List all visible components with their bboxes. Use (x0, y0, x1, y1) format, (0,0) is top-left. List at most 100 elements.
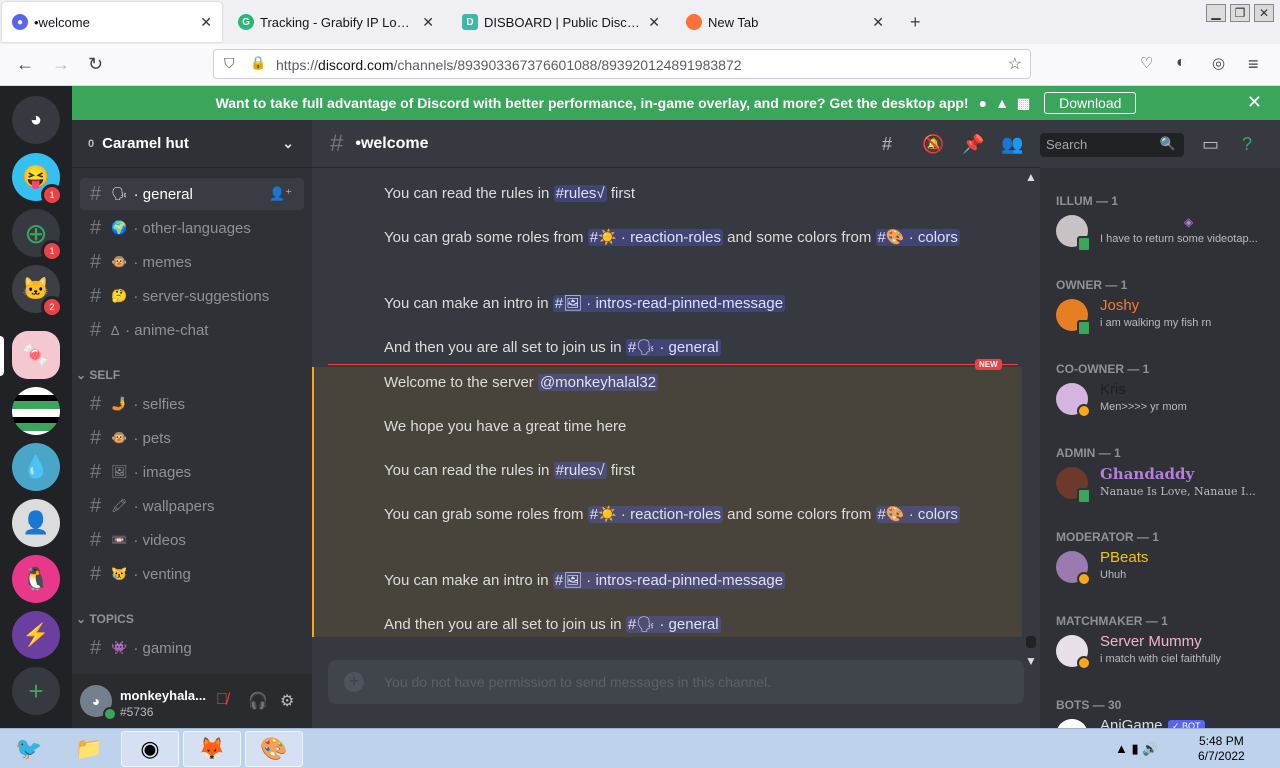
file-explorer-icon[interactable]: 📁 (60, 731, 118, 767)
channel-mention[interactable]: #☀️ · reaction-roles (587, 506, 723, 523)
invite-icon[interactable]: 👤⁺ (269, 186, 292, 202)
channel-videos[interactable]: # 📼 · videos (80, 524, 304, 556)
discord-home-icon[interactable]: ◕ (12, 96, 60, 144)
pocket-icon[interactable]: ♡ (1140, 54, 1153, 72)
channel-pets[interactable]: # 🐵 · pets (80, 422, 304, 454)
browser-tab-grabify[interactable]: G Tracking - Grabify IP Logger ✕ (228, 2, 444, 42)
server-icon[interactable]: 💧 (12, 443, 60, 491)
browser-tab-disboard[interactable]: D DISBOARD | Public Discord S ✕ (452, 2, 670, 42)
mute-microphone-icon[interactable]: 🎙̸ (216, 691, 228, 709)
channel-mention[interactable]: #🎨 · colors (875, 229, 960, 246)
channel-anime-chat[interactable]: # ∆ · anime-chat (80, 314, 304, 346)
message: You can read the rules in #rules√ first (384, 462, 636, 479)
paint-icon[interactable]: 🎨 (245, 731, 303, 767)
member-activity: i am walking my fish rn (1100, 317, 1212, 329)
server-icon[interactable]: 👤 (12, 499, 60, 547)
extension-icon[interactable]: ◎ (1212, 54, 1225, 72)
url-bar[interactable]: ⛉ 🔒 https://discord.com/channels/8939033… (213, 49, 1031, 79)
scrollbar[interactable]: ▲ ▼ (1024, 170, 1038, 668)
headphones-icon[interactable]: 🎧 (248, 691, 268, 711)
member-item[interactable]: PBeats Uhuh (1056, 546, 1271, 588)
channel-mention[interactable]: #rules√ (553, 462, 607, 479)
member-item[interactable]: Joshy i am walking my fish rn (1056, 294, 1271, 336)
channel-mention[interactable]: #rules√ (553, 185, 607, 202)
channel-wallpapers[interactable]: # 🖍 · wallpapers (80, 490, 304, 522)
forward-icon[interactable]: → (52, 54, 70, 75)
channel-mention[interactable]: #🎨 · colors (875, 506, 960, 523)
add-attachment-icon[interactable]: + (344, 672, 364, 692)
message-composer[interactable]: + You do not have permission to send mes… (328, 660, 1024, 704)
shield-icon[interactable]: ⛉ (224, 55, 235, 72)
boost-gem-icon: ◈ (1184, 215, 1194, 229)
menu-icon[interactable]: ≡ (1248, 54, 1259, 75)
bookmark-star-icon[interactable]: ☆ (1008, 54, 1022, 74)
member-name: Joshy (1100, 297, 1140, 314)
account-icon[interactable]: ◐ (1176, 54, 1186, 72)
add-server-icon[interactable]: + (12, 667, 60, 715)
browser-tab-newtab[interactable]: New Tab ✕ (676, 2, 894, 42)
channel-other-languages[interactable]: # 🌍 · other-languages (80, 212, 304, 244)
channel-general[interactable]: # 🗣 · general 👤⁺ (80, 178, 304, 210)
server-icon[interactable]: ⚡ (12, 611, 60, 659)
server-icon[interactable] (12, 387, 60, 435)
server-header[interactable]: 0 Caramel hut ⌄ (72, 120, 312, 168)
new-tab-icon[interactable]: + (910, 12, 921, 33)
tab-title: Tracking - Grabify IP Logger (260, 14, 417, 30)
minimize-icon[interactable]: ▁ (1206, 4, 1226, 22)
close-icon[interactable]: ✕ (1247, 92, 1262, 113)
url-text[interactable]: https://discord.com/channels/89390336737… (276, 57, 742, 73)
system-tray[interactable]: ▲ ▮ 🔊 (1115, 741, 1158, 757)
maximize-icon[interactable]: ❐ (1230, 4, 1250, 22)
search-input[interactable]: Search 🔍 (1040, 133, 1184, 157)
download-button[interactable]: Download (1044, 92, 1137, 114)
channel-server-suggestions[interactable]: # 🤔 · server-suggestions (80, 280, 304, 312)
member-item[interactable]: Server Mummy i match with ciel faithfull… (1056, 630, 1271, 672)
channel-images[interactable]: # 🖼 · images (80, 456, 304, 488)
mute-notifications-icon[interactable]: 🔕 (922, 134, 944, 155)
start-button-icon[interactable]: 🐦 (0, 731, 58, 767)
caramel-hut-server-icon[interactable]: 🍬 (12, 331, 60, 379)
back-icon[interactable]: ← (16, 54, 34, 75)
clock[interactable]: 5:48 PM 6/7/2022 (1198, 734, 1245, 764)
member-activity: Nanaue Is Love, Nanaue I... (1100, 485, 1256, 498)
chrome-icon[interactable]: ◉ (121, 731, 179, 767)
channel-mention[interactable]: #🗣 · general (625, 339, 721, 356)
member-item[interactable]: ◈ I have to return some videotap... (1056, 210, 1271, 252)
member-list-icon[interactable]: 👥 (1001, 134, 1023, 155)
threads-icon[interactable]: # (882, 134, 892, 155)
channel-memes[interactable]: # 🐵 · memes (80, 246, 304, 278)
reload-icon[interactable]: ↻ (88, 54, 103, 75)
browser-tab-welcome[interactable]: ● •welcome ✕ (2, 2, 222, 42)
inbox-icon[interactable]: ▭ (1202, 134, 1219, 155)
close-window-icon[interactable]: ✕ (1254, 4, 1274, 22)
close-tab-icon[interactable]: ✕ (200, 14, 212, 31)
user-mention[interactable]: @monkeyhalal32 (537, 374, 659, 391)
member-item[interactable]: AniGame ✓ BOT (1056, 714, 1271, 728)
channel-mention[interactable]: #🖼 · intros-read-pinned-message (552, 572, 786, 589)
channel-selfies[interactable]: # 🤳 · selfies (80, 388, 304, 420)
windows-taskbar: 🐦 📁 ◉ 🦊 🎨 ▲ ▮ 🔊 5:48 PM 6/7/2022 (0, 728, 1280, 768)
close-tab-icon[interactable]: ✕ (872, 14, 884, 31)
channel-gaming[interactable]: # 👾 · gaming (80, 632, 304, 664)
tab-title: New Tab (708, 14, 759, 30)
channel-mention[interactable]: #🗣 · general (625, 616, 721, 633)
channel-mention[interactable]: #☀️ · reaction-roles (587, 229, 723, 246)
pin-icon[interactable]: 📌 (962, 134, 984, 155)
username[interactable]: monkeyhala... (120, 688, 206, 703)
category-topics[interactable]: ⌄ TOPICS (76, 612, 134, 626)
close-tab-icon[interactable]: ✕ (648, 14, 660, 31)
firefox-icon[interactable]: 🦊 (183, 731, 241, 767)
category-self[interactable]: ⌄ SELF (76, 368, 120, 382)
help-icon[interactable]: ? (1242, 134, 1252, 155)
member-item[interactable]: Ghandaddy Nanaue Is Love, Nanaue I... (1056, 462, 1271, 504)
member-item[interactable]: Kris Men>>>> yr mom (1056, 378, 1271, 420)
channel-venting[interactable]: # 😿 · venting (80, 558, 304, 590)
gear-icon[interactable]: ⚙ (280, 691, 294, 711)
lock-icon[interactable]: 🔒 (250, 55, 266, 71)
channel-mention[interactable]: #🖼 · intros-read-pinned-message (552, 295, 786, 312)
server-icon[interactable]: 🐧 (12, 555, 60, 603)
close-tab-icon[interactable]: ✕ (422, 14, 434, 31)
hash-icon: # (330, 129, 344, 157)
chevron-down-icon[interactable]: ⌄ (282, 135, 294, 152)
member-name: AniGame (1100, 717, 1163, 728)
